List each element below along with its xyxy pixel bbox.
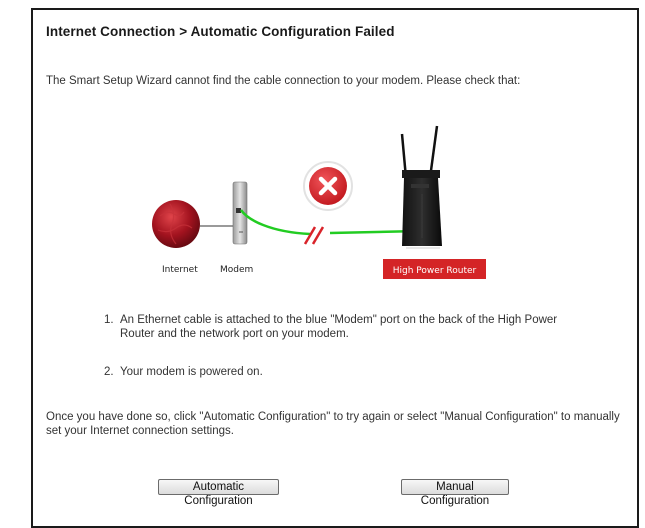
list-item: 2. Your modem is powered on. [104,365,574,379]
check-steps-list: 1. An Ethernet cable is attached to the … [104,313,574,379]
intro-text: The Smart Setup Wizard cannot find the c… [46,75,521,87]
automatic-configuration-button[interactable]: Automatic Configuration [158,479,279,507]
internet-label: Internet [162,265,198,275]
manual-configuration-button[interactable]: Manual Configuration [401,479,509,507]
step-text: Your modem is powered on. [120,366,263,378]
cable-break-icon [303,226,325,245]
list-item: 1. An Ethernet cable is attached to the … [104,313,574,341]
step-number: 1. [104,314,114,326]
step-number: 2. [104,366,114,378]
internet-globe-icon [152,200,200,248]
page-title: Internet Connection > Automatic Configur… [46,24,395,39]
modem-label: Modem [220,265,253,275]
router-icon [400,125,442,249]
ethernet-cable-left [239,209,311,236]
step-text: An Ethernet cable is attached to the blu… [120,314,558,340]
x-circle-icon [303,161,353,211]
instructions-text: Once you have done so, click "Automatic … [46,411,620,437]
router-label: High Power Router [393,266,477,276]
connection-diagram: Internet Modem High Power Router [152,125,486,279]
